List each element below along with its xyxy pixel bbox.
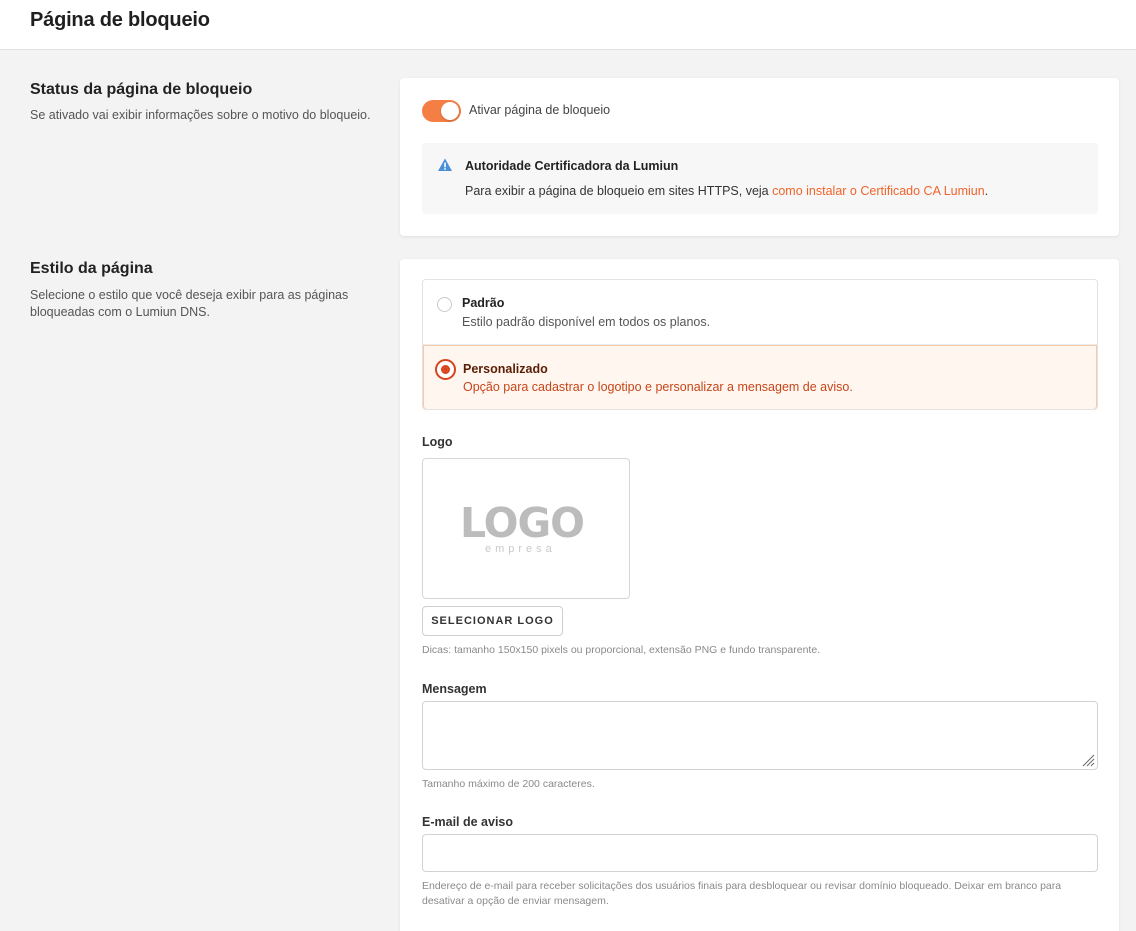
radio-option-subtitle: Estilo padrão disponível em todos os pla… (462, 315, 711, 329)
email-label: E-mail de aviso (422, 815, 514, 829)
alert-text-prefix: Para exibir a página de bloqueio em site… (465, 184, 773, 198)
logo-label: Logo (422, 435, 453, 449)
message-textarea[interactable] (422, 701, 1098, 770)
toggle-knob (441, 102, 459, 120)
select-logo-button[interactable]: SELECIONAR LOGO (422, 606, 563, 636)
radio-option-title: Personalizado (463, 362, 548, 376)
ca-info-alert: Autoridade Certificadora da Lumiun Para … (422, 143, 1098, 214)
page-title: Página de bloqueio (30, 9, 210, 31)
style-radio-group: Padrão Estilo padrão disponível em todos… (422, 279, 1098, 410)
message-hint: Tamanho máximo de 200 caracteres. (422, 778, 595, 790)
style-card: Padrão Estilo padrão disponível em todos… (400, 259, 1119, 931)
radio-option-subtitle: Opção para cadastrar o logotipo e person… (463, 380, 853, 394)
alert-text-suffix: . (984, 184, 989, 198)
status-section-description: Se ativado vai exibir informações sobre … (30, 108, 371, 122)
page-header: Página de bloqueio (0, 0, 1136, 50)
radio-option-personalizado[interactable]: Personalizado Opção para cadastrar o log… (423, 345, 1097, 409)
radio-option-padrao[interactable]: Padrão Estilo padrão disponível em todos… (423, 280, 1097, 345)
logo-placeholder-subtext: empresa (485, 543, 556, 555)
status-card: Ativar página de bloqueio Autoridade Cer… (400, 78, 1119, 236)
block-page-toggle[interactable] (422, 100, 461, 122)
logo-placeholder-text: LOGO (460, 499, 585, 547)
alert-title: Autoridade Certificadora da Lumiun (465, 159, 679, 173)
email-hint: Endereço de e-mail para receber solicita… (422, 880, 1062, 907)
block-page-toggle-label: Ativar página de bloqueio (469, 103, 611, 117)
radio-option-title: Padrão (462, 296, 505, 310)
radio-button-personalizado[interactable] (435, 359, 456, 380)
status-section-title: Status da página de bloqueio (30, 81, 253, 98)
style-section-title: Estilo da página (30, 260, 153, 277)
warning-triangle-icon (438, 158, 452, 171)
message-label: Mensagem (422, 682, 487, 696)
style-section-description: Selecione o estilo que você deseja exibi… (30, 288, 349, 319)
resize-grip-icon[interactable] (1081, 753, 1095, 767)
install-ca-link[interactable]: como instalar o Certificado CA Lumiun (772, 184, 985, 198)
radio-button-padrao[interactable] (437, 297, 452, 312)
logo-hint: Dicas: tamanho 150x150 pixels ou proporc… (422, 644, 821, 656)
logo-preview: LOGO empresa (422, 458, 630, 599)
email-input[interactable] (422, 834, 1098, 872)
alert-text: Para exibir a página de bloqueio em site… (465, 184, 988, 198)
